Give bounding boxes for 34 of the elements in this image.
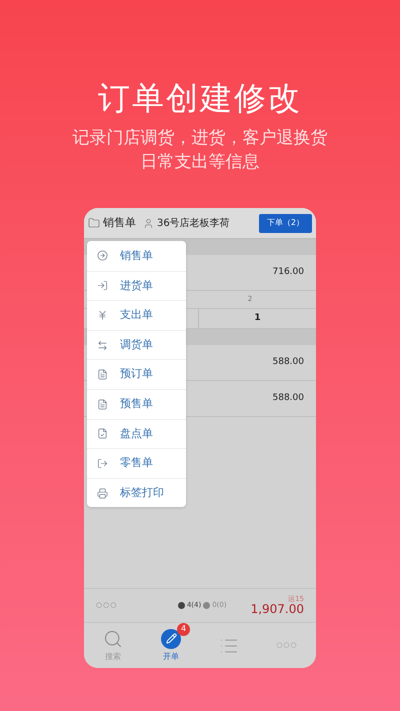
amount-text: 588.00 [272,392,304,405]
folder-icon [88,217,100,229]
total-amount: 1,907.00 [250,603,304,615]
printer-icon [97,488,108,499]
headline: 订单创建修改 [98,78,302,118]
amount-text: 716.00 [272,266,304,279]
menu-item[interactable]: 调货单 [87,330,186,360]
pencil-icon [161,628,181,648]
document-icon [97,369,108,380]
subtitle-line: 日常支出等信息 [140,151,260,174]
menu-item[interactable]: 预售单 [87,388,186,419]
order-type-dropdown[interactable]: 销售单 [103,214,136,232]
menu-item[interactable]: 预订单 [87,359,186,389]
menu-item[interactable]: 支出单 [87,300,186,330]
search-icon [103,628,123,648]
count-badge: 4 [177,622,190,636]
exit-icon [97,458,108,469]
subtitle-line: 记录门店调货，进货，客户退换货 [72,127,328,150]
quantity-text: 1 [253,312,262,325]
menu-item[interactable]: 零售单 [87,448,186,478]
menu-item[interactable]: 进货单 [87,270,186,300]
submit-order-button[interactable]: 下单（2） [258,214,312,232]
checked-document-icon [97,428,108,440]
tab-item[interactable]: 4 开单 [142,623,200,668]
yen-icon [97,310,108,321]
swap-arrows-icon [97,340,108,351]
document-icon [97,398,108,410]
amount-text: 588.00 [272,356,304,369]
customer-dropdown[interactable]: 36号店老板李荷 [157,216,230,230]
menu-item[interactable]: 标签打印 [87,478,186,508]
menu-item[interactable]: 销售单 [87,241,186,271]
enter-icon [97,280,108,292]
person-icon [143,218,154,228]
menu-item[interactable]: 盘点单 [87,418,186,448]
